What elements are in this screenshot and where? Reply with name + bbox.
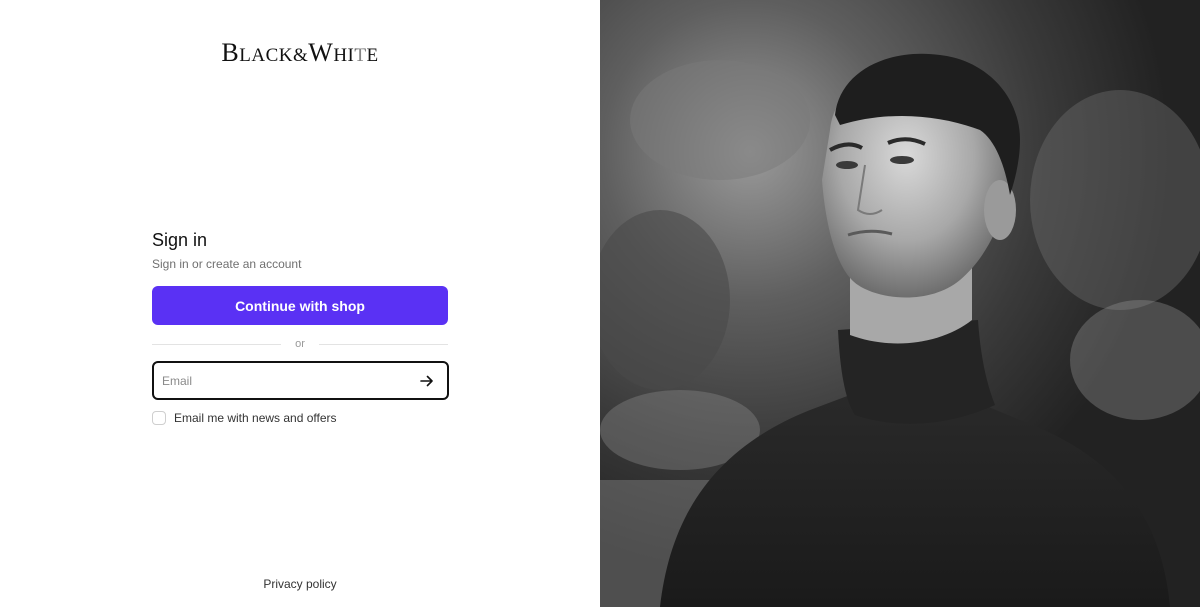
newsletter-label[interactable]: Email me with news and offers <box>174 411 337 425</box>
newsletter-option: Email me with news and offers <box>152 411 448 425</box>
hero-photo <box>600 0 1200 607</box>
arrow-right-icon <box>420 375 433 386</box>
logo-ampersand: & <box>292 45 309 66</box>
page-title: Sign in <box>152 230 208 250</box>
logo-letter-b: B <box>221 38 240 67</box>
divider-or-text: or <box>295 338 305 350</box>
portrait-image <box>600 0 1200 607</box>
email-field-wrapper <box>152 361 449 400</box>
continue-with-shop-label: Continue with shop <box>235 297 365 314</box>
brand-logo: BLACK&WHITE <box>200 38 400 74</box>
email-field[interactable] <box>162 373 417 388</box>
newsletter-checkbox[interactable] <box>152 411 166 425</box>
signin-form: Sign in Sign in or create an account Con… <box>152 228 449 425</box>
logo-letter-w: W <box>308 38 334 67</box>
signin-panel: BLACK&WHITE Sign in Sign in or create an… <box>0 0 600 607</box>
divider-line-left <box>152 343 282 345</box>
or-divider: or <box>152 337 448 351</box>
logo-hite: HITE <box>333 45 379 66</box>
privacy-policy-link[interactable]: Privacy policy <box>0 577 600 591</box>
divider-line-right <box>318 343 448 345</box>
logo-lack: LACK <box>239 45 293 66</box>
submit-email-button[interactable] <box>417 371 437 391</box>
continue-with-shop-button[interactable]: Continue with shop <box>152 286 448 325</box>
page-subtitle: Sign in or create an account <box>152 257 302 271</box>
